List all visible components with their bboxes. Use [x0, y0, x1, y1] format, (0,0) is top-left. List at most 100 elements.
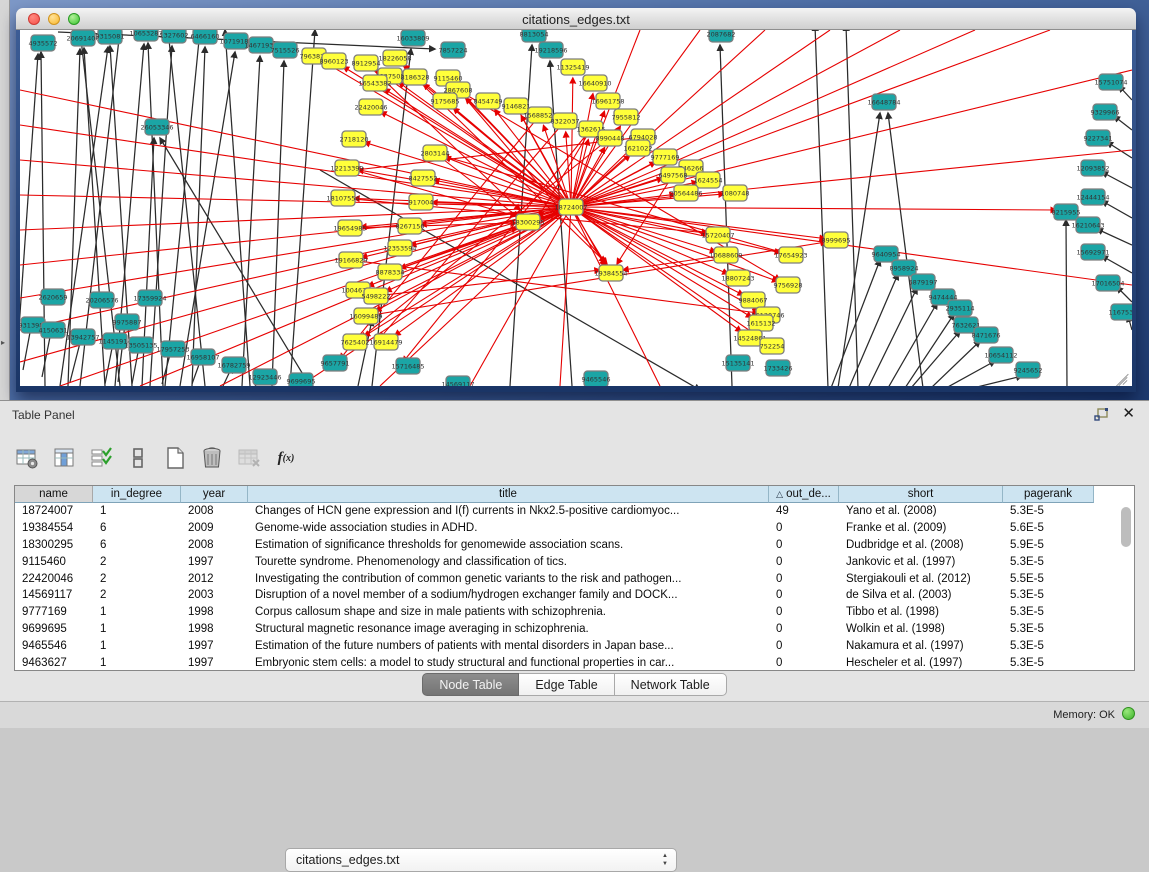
graph-node[interactable]: 2620659 — [39, 289, 68, 305]
graph-edge[interactable] — [905, 314, 954, 386]
table-cell[interactable]: 9699695 — [15, 621, 93, 638]
graph-node[interactable]: 9227341 — [1084, 130, 1113, 146]
table-cell[interactable]: 5.3E-5 — [1003, 554, 1094, 571]
graph-node[interactable]: 16782759 — [217, 357, 250, 373]
graph-node[interactable]: 15135141 — [721, 355, 754, 371]
table-cell[interactable]: 1 — [93, 621, 181, 638]
graph-node[interactable]: 4150631 — [39, 322, 68, 338]
graph-node[interactable]: 9756928 — [774, 277, 803, 293]
graph-node[interactable]: 15751074 — [1094, 74, 1127, 90]
graph-node[interactable]: 16033809 — [396, 30, 429, 46]
graph-node[interactable]: 8912954 — [352, 55, 381, 71]
table-cell[interactable]: Corpus callosum shape and size in male p… — [248, 604, 769, 621]
graph-node[interactable]: 1167533 — [1109, 304, 1132, 320]
table-cell[interactable]: 2003 — [181, 587, 248, 604]
graph-node[interactable]: 8454749 — [474, 93, 503, 109]
graph-node[interactable]: 12923446 — [248, 369, 281, 385]
table-cell[interactable]: Structural magnetic resonance image aver… — [248, 621, 769, 638]
graph-node[interactable]: 18300295 — [511, 214, 544, 230]
graph-node[interactable]: 8186328 — [401, 69, 430, 85]
graph-node[interactable]: 9657791 — [321, 355, 350, 371]
table-cell[interactable]: 6 — [93, 520, 181, 537]
graph-node[interactable]: 8322037 — [551, 113, 580, 129]
graph-edge[interactable] — [220, 207, 571, 386]
graph-node[interactable]: 19166829 — [334, 252, 367, 268]
table-cell[interactable]: 14569117 — [15, 587, 93, 604]
graph-node[interactable]: 16543382 — [358, 75, 391, 91]
graph-node[interactable]: 12093852 — [1076, 160, 1109, 176]
table-cell[interactable]: 1997 — [181, 638, 248, 655]
table-cell[interactable]: 5.3E-5 — [1003, 655, 1094, 671]
graph-node[interactable]: 9975887 — [113, 314, 142, 330]
table-cell[interactable]: 0 — [769, 520, 839, 537]
graph-node[interactable]: 9884067 — [739, 292, 768, 308]
graph-node[interactable]: 20206576 — [85, 292, 118, 308]
table-cell[interactable]: 2008 — [181, 537, 248, 554]
graph-node[interactable]: 26053346 — [140, 119, 173, 135]
graph-node[interactable]: 7625402 — [341, 334, 370, 350]
graph-node[interactable]: 15692971 — [1076, 244, 1109, 260]
graph-edge[interactable] — [946, 361, 995, 386]
table-cell[interactable]: Estimation of the future numbers of pati… — [248, 638, 769, 655]
graph-edge[interactable] — [571, 30, 1050, 207]
graph-node[interactable]: 13942757 — [66, 329, 99, 345]
graph-edge[interactable] — [931, 341, 980, 386]
table-cell[interactable]: Dudbridge et al. (2008) — [839, 537, 1003, 554]
close-panel-icon[interactable]: ✕ — [1122, 406, 1135, 422]
table-cell[interactable]: 9115460 — [15, 554, 93, 571]
table-cell[interactable]: 0 — [769, 621, 839, 638]
graph-node[interactable]: 15716485 — [391, 358, 424, 374]
table-cell[interactable]: Jankovic et al. (1997) — [839, 554, 1003, 571]
table-cell[interactable]: Tourette syndrome. Phenomenology and cla… — [248, 554, 769, 571]
graph-edge[interactable] — [1102, 256, 1132, 273]
graph-node[interactable]: 14569117 — [441, 376, 474, 386]
delete-table-icon[interactable] — [236, 445, 262, 471]
table-cell[interactable]: de Silva et al. (2003) — [839, 587, 1003, 604]
window-resize-grip[interactable] — [1114, 368, 1130, 384]
table-cell[interactable]: 1998 — [181, 604, 248, 621]
table-cell[interactable]: Changes of HCN gene expression and I(f) … — [248, 503, 769, 520]
graph-node[interactable]: 16099489 — [349, 308, 382, 324]
graph-edge[interactable] — [571, 78, 573, 207]
table-cell[interactable]: 5.9E-5 — [1003, 537, 1094, 554]
table-cell[interactable]: Investigating the contribution of common… — [248, 571, 769, 588]
column-select-icon[interactable] — [88, 445, 114, 471]
tab-node-table[interactable]: Node Table — [422, 673, 519, 696]
graph-edge[interactable] — [831, 260, 880, 386]
column-header-pagerank[interactable]: pagerank — [1003, 486, 1094, 503]
graph-node[interactable]: 8471676 — [972, 327, 1001, 343]
graph-node[interactable]: 9777169 — [651, 149, 680, 165]
graph-node[interactable]: 9329966 — [1091, 104, 1120, 120]
column-header-name[interactable]: name — [15, 486, 93, 503]
graph-edge[interactable] — [720, 45, 732, 386]
graph-node[interactable]: 18107554 — [326, 190, 359, 206]
graph-edge[interactable] — [888, 303, 937, 386]
graph-node[interactable]: 8999695 — [822, 232, 851, 248]
graph-node[interactable]: 17654923 — [774, 247, 807, 263]
table-cell[interactable]: 1998 — [181, 621, 248, 638]
table-cell[interactable]: 2 — [93, 554, 181, 571]
graph-node[interactable]: 1615132 — [747, 315, 776, 331]
table-cell[interactable]: 2012 — [181, 571, 248, 588]
graph-node[interactable]: 10688609 — [709, 247, 742, 263]
graph-node[interactable]: 6497568 — [659, 167, 688, 183]
table-cell[interactable]: Stergiakouli et al. (2012) — [839, 571, 1003, 588]
table-cell[interactable]: 5.5E-5 — [1003, 571, 1094, 588]
graph-edge[interactable] — [290, 30, 315, 386]
graph-node[interactable]: 10654112 — [984, 347, 1017, 363]
table-cell[interactable]: 9463627 — [15, 655, 93, 671]
table-cell[interactable]: 1 — [93, 503, 181, 520]
table-cell[interactable]: 18300295 — [15, 537, 93, 554]
graph-node[interactable]: 752254 — [760, 338, 785, 354]
graph-node[interactable]: 17016504 — [1091, 275, 1124, 291]
graph-node[interactable]: 2803144 — [421, 145, 450, 161]
table-cell[interactable]: 1997 — [181, 554, 248, 571]
table-cell[interactable]: 0 — [769, 537, 839, 554]
table-cell[interactable]: 2 — [93, 587, 181, 604]
table-cell[interactable]: 49 — [769, 503, 839, 520]
graph-node[interactable]: 7515526 — [271, 42, 300, 58]
table-cell[interactable]: 9465546 — [15, 638, 93, 655]
table-cell[interactable]: 2 — [93, 571, 181, 588]
table-source-dropdown[interactable]: citations_edges.txt ▲▼ — [285, 848, 677, 872]
graph-node[interactable]: 8267150 — [396, 218, 425, 234]
